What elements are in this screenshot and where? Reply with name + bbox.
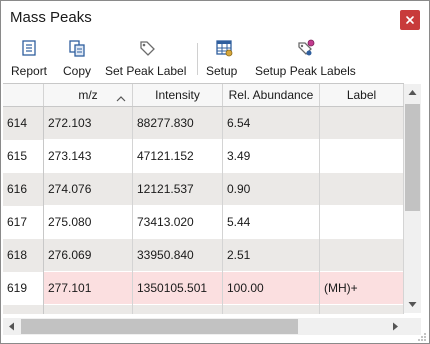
label-cell[interactable] [320, 107, 404, 140]
setup-peak-labels-label: Setup Peak Labels [255, 64, 356, 78]
table-row[interactable]: 617 275.080 73413.020 5.44 [3, 206, 404, 239]
rel-abundance-cell[interactable]: 100.00 [223, 272, 320, 305]
rel-abundance-cell[interactable] [223, 305, 320, 314]
scroll-right-button[interactable] [387, 318, 404, 335]
setup-button[interactable]: Setup [203, 36, 247, 82]
mz-cell[interactable] [44, 305, 133, 314]
sort-ascending-icon [116, 89, 126, 102]
toolbar: Report Copy Set Peak Label Setup Setup P… [1, 36, 429, 82]
header-rel-abundance[interactable]: Rel. Abundance [223, 84, 320, 106]
row-index: 615 [3, 140, 44, 173]
row-index: 618 [3, 239, 44, 272]
horizontal-scroll-thumb[interactable] [21, 319, 298, 334]
report-label: Report [11, 64, 48, 78]
table-row[interactable]: 616 274.076 12121.537 0.90 [3, 173, 404, 206]
rel-abundance-cell[interactable]: 6.54 [223, 107, 320, 140]
close-button[interactable] [400, 10, 420, 30]
vertical-scrollbar[interactable] [404, 84, 421, 313]
tag-icon [138, 39, 156, 57]
intensity-cell[interactable]: 88277.830 [133, 107, 223, 140]
vertical-scroll-thumb[interactable] [405, 104, 420, 211]
header-label[interactable]: Label [320, 84, 404, 106]
copy-label: Copy [63, 64, 92, 78]
set-peak-label-label: Set Peak Label [105, 64, 187, 78]
row-index [3, 305, 44, 314]
row-index: 616 [3, 173, 44, 206]
label-cell[interactable] [320, 206, 404, 239]
rel-abundance-cell[interactable]: 3.49 [223, 140, 320, 173]
table-header: m/z Intensity Rel. Abundance Label [3, 84, 404, 107]
label-cell[interactable] [320, 173, 404, 206]
scroll-right-icon [393, 322, 398, 331]
scroll-left-icon [9, 322, 14, 331]
close-icon [406, 16, 414, 24]
intensity-cell[interactable]: 33950.840 [133, 239, 223, 272]
scroll-down-icon [408, 302, 417, 307]
scroll-up-icon [408, 90, 417, 95]
label-cell[interactable]: (MH)+ [320, 272, 404, 305]
row-index: 614 [3, 107, 44, 140]
table-row[interactable]: 615 273.143 47121.152 3.49 [3, 140, 404, 173]
mass-peaks-window: Mass Peaks Report Copy Set Peak Label Se… [0, 0, 430, 344]
toolbar-separator [197, 43, 198, 75]
table-row-partial[interactable] [3, 305, 404, 314]
table-row[interactable]: 618 276.069 33950.840 2.51 [3, 239, 404, 272]
intensity-cell[interactable] [133, 305, 223, 314]
rel-abundance-cell[interactable]: 2.51 [223, 239, 320, 272]
table-setup-icon [215, 39, 233, 57]
scroll-up-button[interactable] [404, 84, 421, 101]
label-cell[interactable] [320, 239, 404, 272]
set-peak-label-button[interactable]: Set Peak Label [102, 36, 192, 82]
intensity-cell[interactable]: 12121.537 [133, 173, 223, 206]
row-index: 619 [3, 272, 44, 305]
mz-cell[interactable]: 277.101 [44, 272, 133, 305]
rel-abundance-cell[interactable]: 5.44 [223, 206, 320, 239]
row-index: 617 [3, 206, 44, 239]
header-intensity[interactable]: Intensity [133, 84, 223, 106]
scroll-left-button[interactable] [3, 318, 20, 335]
table-row-highlighted[interactable]: 619 277.101 1350105.501 100.00 (MH)+ [3, 272, 404, 305]
horizontal-scrollbar[interactable] [3, 318, 404, 335]
header-index[interactable] [3, 84, 44, 106]
setup-label: Setup [206, 64, 238, 78]
title-bar[interactable]: Mass Peaks [1, 1, 429, 35]
report-icon [20, 39, 38, 57]
tag-setup-icon [297, 39, 315, 57]
setup-peak-labels-button[interactable]: Setup Peak Labels [253, 36, 359, 82]
report-button[interactable]: Report [9, 36, 51, 82]
header-mz-label: m/z [78, 88, 98, 102]
resize-grip-icon[interactable] [417, 331, 427, 341]
table-row[interactable]: 614 272.103 88277.830 6.54 [3, 107, 404, 140]
header-mz[interactable]: m/z [44, 84, 133, 106]
label-cell[interactable] [320, 140, 404, 173]
mz-cell[interactable]: 273.143 [44, 140, 133, 173]
copy-button[interactable]: Copy [59, 36, 95, 82]
rel-abundance-cell[interactable]: 0.90 [223, 173, 320, 206]
intensity-cell[interactable]: 73413.020 [133, 206, 223, 239]
intensity-cell[interactable]: 1350105.501 [133, 272, 223, 305]
label-cell[interactable] [320, 305, 404, 314]
mass-peaks-table: m/z Intensity Rel. Abundance Label 614 2… [3, 83, 404, 314]
scroll-down-button[interactable] [404, 296, 421, 313]
mz-cell[interactable]: 274.076 [44, 173, 133, 206]
copy-icon [68, 39, 86, 57]
mz-cell[interactable]: 276.069 [44, 239, 133, 272]
mz-cell[interactable]: 275.080 [44, 206, 133, 239]
intensity-cell[interactable]: 47121.152 [133, 140, 223, 173]
window-title: Mass Peaks [10, 9, 92, 26]
mz-cell[interactable]: 272.103 [44, 107, 133, 140]
